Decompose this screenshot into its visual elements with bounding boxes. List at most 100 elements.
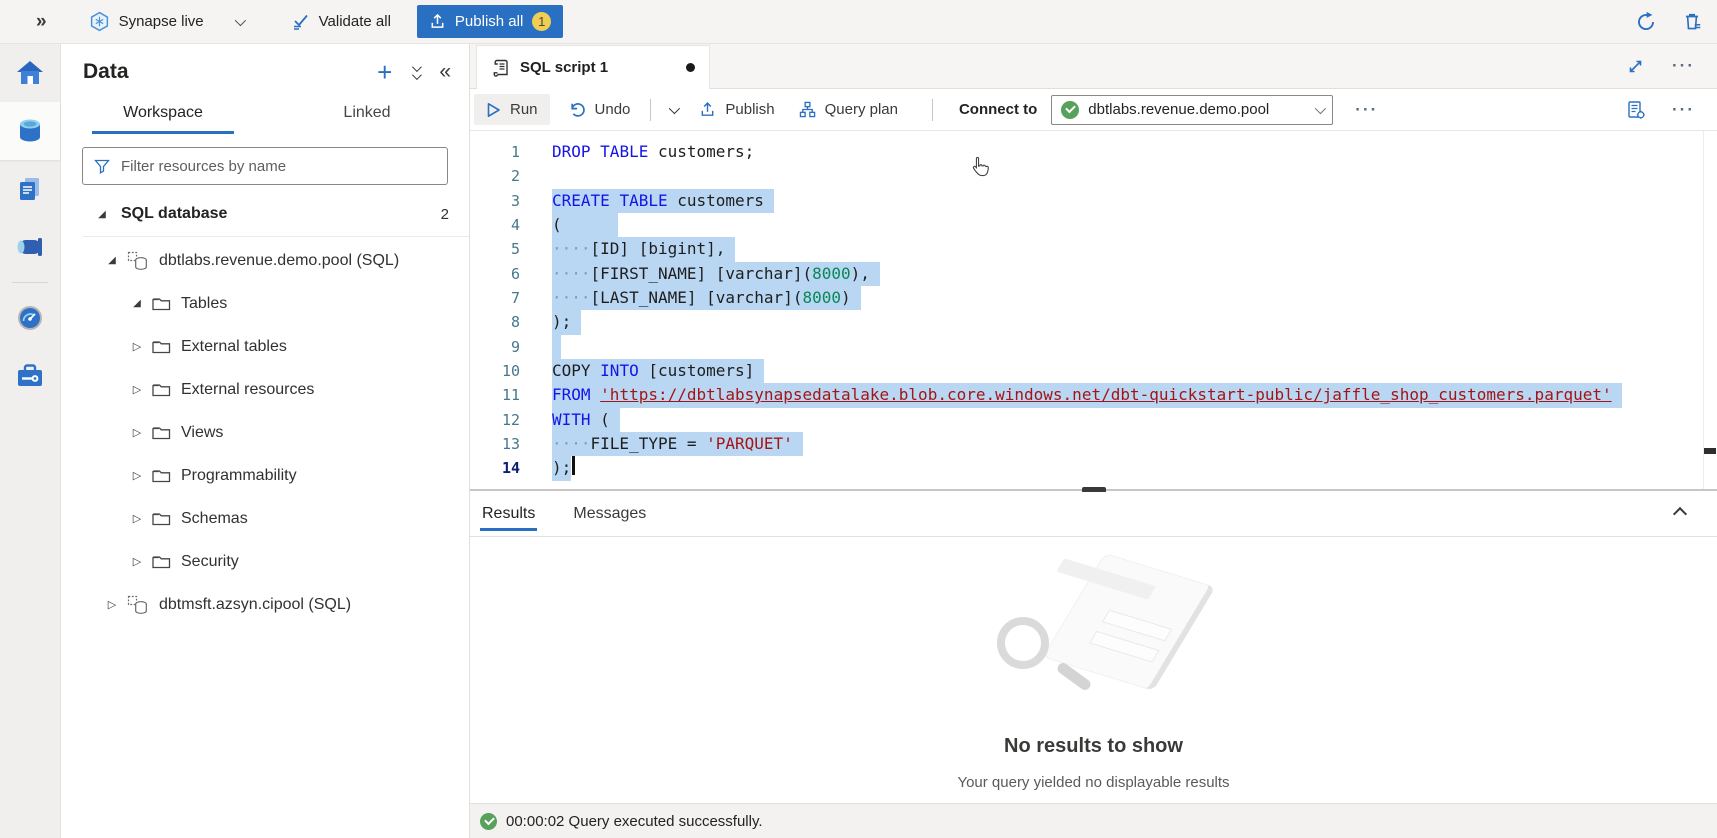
code-line-5[interactable]: 5····[ID] [bigint],	[470, 237, 1717, 261]
code-line-content: CREATE TABLE customers	[552, 189, 774, 213]
tree-item-external-resources[interactable]: ▷External resources	[61, 368, 469, 411]
status-bar: 00:00:02 Query executed successfully.	[470, 803, 1717, 838]
tab-results[interactable]: Results	[480, 492, 537, 536]
data-panel-title: Data	[83, 60, 129, 84]
tree-item-views[interactable]: ▷Views	[61, 411, 469, 454]
expand-menu-icon[interactable]: »	[36, 11, 47, 33]
expand-triangle-icon[interactable]: ▷	[105, 598, 119, 611]
code-line-3[interactable]: 3CREATE TABLE customers	[470, 189, 1717, 213]
filter-input[interactable]	[119, 157, 436, 176]
code-line-14[interactable]: 14);	[470, 456, 1717, 480]
publish-button[interactable]: Publish	[687, 94, 786, 125]
code-line-8[interactable]: 8);	[470, 310, 1717, 334]
code-line-4[interactable]: 4(	[470, 213, 1717, 237]
validate-icon	[291, 13, 310, 30]
expand-triangle-icon[interactable]: ▷	[130, 383, 144, 396]
code-line-content: ····[FIRST_NAME] [varchar](8000),	[552, 262, 880, 286]
query-plan-label: Query plan	[825, 101, 898, 118]
collapse-triangle-icon[interactable]: ◢	[130, 298, 144, 309]
sidebar-item-data[interactable]	[0, 102, 60, 160]
sql-database-section[interactable]: ◢ SQL database 2	[61, 194, 469, 234]
query-plan-button[interactable]: Query plan	[787, 94, 910, 125]
code-line-7[interactable]: 7····[LAST_NAME] [varchar](8000)	[470, 286, 1717, 310]
collapse-panel-icon[interactable]: «	[439, 63, 451, 81]
expand-triangle-icon[interactable]: ▷	[130, 555, 144, 568]
synapse-live-selector[interactable]: Synapse live	[89, 11, 243, 32]
undo-dropdown-chevron-icon[interactable]	[669, 102, 680, 113]
validate-all-button[interactable]: Validate all	[291, 13, 391, 30]
sidebar-item-monitor[interactable]	[0, 289, 60, 347]
code-line-6[interactable]: 6····[FIRST_NAME] [varchar](8000),	[470, 262, 1717, 286]
tree-item-dbtlabs-revenue-demo-pool-sql-[interactable]: ◢dbtlabs.revenue.demo.pool (SQL)	[61, 239, 469, 282]
toolbar-more-actions-icon[interactable]: ···	[1355, 100, 1378, 120]
discard-all-icon[interactable]	[1681, 11, 1703, 33]
tree-item-security[interactable]: ▷Security	[61, 540, 469, 583]
magnifier-icon	[997, 617, 1049, 669]
top-bar: » Synapse live Validate all Publish all …	[0, 0, 1717, 44]
expand-triangle-icon[interactable]: ▷	[130, 469, 144, 482]
expand-editor-icon[interactable]	[1627, 58, 1644, 75]
publish-count-badge: 1	[532, 12, 551, 31]
code-line-10[interactable]: 10COPY INTO [customers]	[470, 359, 1717, 383]
folder-icon	[152, 382, 171, 397]
code-line-content: FROM 'https://dbtlabsynapsedatalake.blob…	[552, 383, 1622, 407]
section-count: 2	[441, 206, 449, 223]
document-tabstrip: SQL script 1 ···	[470, 44, 1717, 89]
editor-scrollbar[interactable]	[1703, 131, 1717, 489]
tree-item-schemas[interactable]: ▷Schemas	[61, 497, 469, 540]
tree-item-tables[interactable]: ◢Tables	[61, 282, 469, 325]
properties-icon[interactable]	[1626, 100, 1646, 120]
publish-all-label: Publish all	[455, 13, 523, 30]
folder-icon	[152, 425, 171, 440]
data-panel-tabs: Workspace Linked	[61, 92, 469, 134]
sidebar-item-home[interactable]	[0, 44, 60, 102]
collapse-triangle-icon[interactable]: ◢	[105, 255, 119, 266]
code-line-content: WITH (	[552, 408, 620, 432]
expand-triangle-icon[interactable]: ▷	[130, 426, 144, 439]
more-actions-icon[interactable]: ···	[1672, 100, 1695, 120]
add-resource-button[interactable]: +	[377, 62, 392, 82]
code-line-11[interactable]: 11FROM 'https://dbtlabsynapsedatalake.bl…	[470, 383, 1717, 407]
undo-icon	[568, 101, 586, 119]
code-line-12[interactable]: 12WITH (	[470, 408, 1717, 432]
line-number: 13	[470, 432, 520, 456]
expand-triangle-icon[interactable]: ◢	[95, 209, 109, 220]
line-number: 9	[470, 335, 520, 359]
expand-triangle-icon[interactable]: ▷	[130, 512, 144, 525]
gauge-icon	[16, 304, 44, 332]
tree-item-dbtmsft-azsyn-cipool-sql-[interactable]: ▷dbtmsft.azsyn.cipool (SQL)	[61, 583, 469, 626]
code-editor[interactable]: 1DROP TABLE customers;23CREATE TABLE cus…	[470, 131, 1717, 489]
connect-to-pool-dropdown[interactable]: dbtlabs.revenue.demo.pool	[1051, 95, 1333, 125]
results-tabs: Results Messages	[470, 492, 1717, 536]
publish-all-button[interactable]: Publish all 1	[417, 5, 563, 38]
upload-icon	[429, 13, 446, 30]
refresh-icon[interactable]	[1635, 11, 1657, 33]
text-cursor	[572, 456, 575, 475]
tree-item-programmability[interactable]: ▷Programmability	[61, 454, 469, 497]
section-label: SQL database	[121, 205, 441, 223]
chevron-down-icon	[1315, 102, 1326, 113]
synapse-live-label: Synapse live	[119, 13, 204, 30]
collapse-all-icon[interactable]	[412, 65, 419, 80]
tab-workspace[interactable]: Workspace	[61, 92, 265, 134]
scrollbar-cursor-marker[interactable]	[1704, 448, 1716, 454]
tab-sql-script-1[interactable]: SQL script 1	[476, 45, 710, 89]
code-line-2[interactable]: 2	[470, 164, 1717, 188]
line-number: 10	[470, 359, 520, 383]
undo-button[interactable]: Undo	[556, 94, 643, 126]
tree-item-external-tables[interactable]: ▷External tables	[61, 325, 469, 368]
code-line-13[interactable]: 13····FILE_TYPE = 'PARQUET'	[470, 432, 1717, 456]
sidebar-item-develop[interactable]	[0, 160, 60, 218]
expand-triangle-icon[interactable]: ▷	[130, 340, 144, 353]
tab-more-actions-icon[interactable]: ···	[1672, 56, 1695, 76]
tab-linked[interactable]: Linked	[265, 92, 469, 134]
code-line-1[interactable]: 1DROP TABLE customers;	[470, 140, 1717, 164]
collapse-results-chevron-icon[interactable]	[1673, 507, 1687, 521]
pool-name: dbtlabs.revenue.demo.pool	[1088, 101, 1306, 118]
code-line-9[interactable]: 9	[470, 335, 1717, 359]
sidebar-item-integrate[interactable]	[0, 218, 60, 276]
main-pane: SQL script 1 ··· Run Undo	[470, 44, 1717, 838]
tab-messages[interactable]: Messages	[571, 492, 648, 536]
run-button[interactable]: Run	[474, 94, 550, 125]
sidebar-item-manage[interactable]	[0, 347, 60, 405]
